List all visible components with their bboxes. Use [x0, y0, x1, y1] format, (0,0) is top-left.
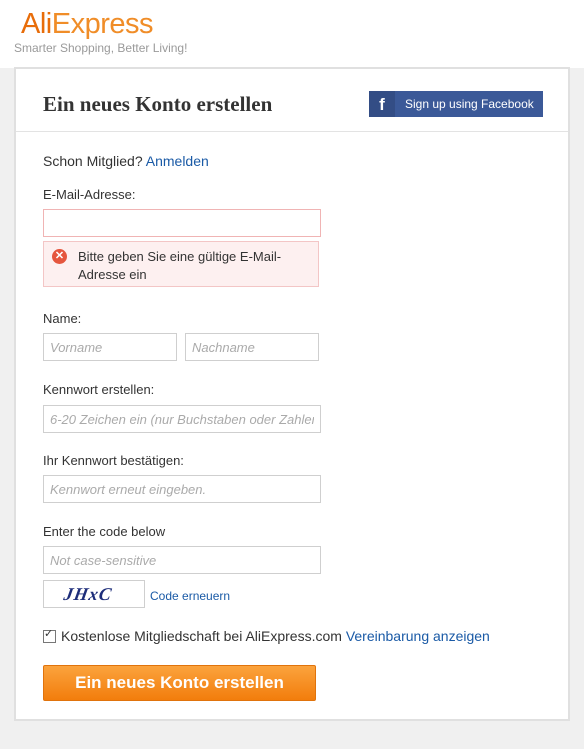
email-error-text: Bitte geben Sie eine gültige E-Mail-Adre…: [78, 249, 282, 282]
aliexpress-logo[interactable]: AliExpress: [21, 6, 154, 42]
password-label: Kennwort erstellen:: [43, 382, 155, 397]
card-header: Ein neues Konto erstellen f Sign up usin…: [16, 69, 568, 132]
facebook-signup-button[interactable]: f Sign up using Facebook: [369, 91, 543, 117]
login-link[interactable]: Anmelden: [146, 153, 209, 169]
x-circle-icon: ✕: [52, 249, 67, 264]
email-field[interactable]: [43, 209, 321, 237]
page-title: Ein neues Konto erstellen: [43, 92, 273, 116]
site-header: AliExpress Smarter Shopping, Better Livi…: [0, 0, 584, 68]
logo-part-express: Express: [51, 8, 154, 40]
facebook-signup-label: Sign up using Facebook: [405, 97, 534, 111]
captcha-text: JHxC: [62, 584, 114, 604]
agreement-row: Kostenlose Mitgliedschaft bei AliExpress…: [43, 627, 490, 644]
facebook-icon: f: [369, 91, 395, 117]
refresh-code-link[interactable]: Code erneuern: [150, 589, 230, 603]
view-agreement-link[interactable]: Vereinbarung anzeigen: [346, 628, 490, 644]
firstname-field[interactable]: [43, 333, 177, 361]
create-account-button[interactable]: Ein neues Konto erstellen: [43, 665, 316, 701]
name-label: Name:: [43, 311, 82, 326]
email-label: E-Mail-Adresse:: [43, 187, 136, 202]
already-member-row: Schon Mitglied? Anmelden: [43, 153, 209, 169]
captcha-image: JHxC: [43, 580, 145, 608]
confirm-password-field[interactable]: [43, 475, 321, 503]
tagline: Smarter Shopping, Better Living!: [14, 41, 188, 55]
register-card: Ein neues Konto erstellen f Sign up usin…: [14, 67, 570, 721]
password-field[interactable]: [43, 405, 321, 433]
confirm-password-label: Ihr Kennwort bestätigen:: [43, 453, 184, 468]
agree-checkbox[interactable]: [43, 627, 56, 643]
already-member-text: Schon Mitglied?: [43, 153, 143, 169]
logo-part-ali: Ali: [21, 8, 52, 40]
captcha-code-field[interactable]: [43, 546, 321, 574]
email-error-message: ✕ Bitte geben Sie eine gültige E-Mail-Ad…: [43, 241, 319, 287]
agreement-text: Kostenlose Mitgliedschaft bei AliExpress…: [61, 628, 342, 644]
code-label: Enter the code below: [43, 524, 166, 539]
lastname-field[interactable]: [185, 333, 319, 361]
